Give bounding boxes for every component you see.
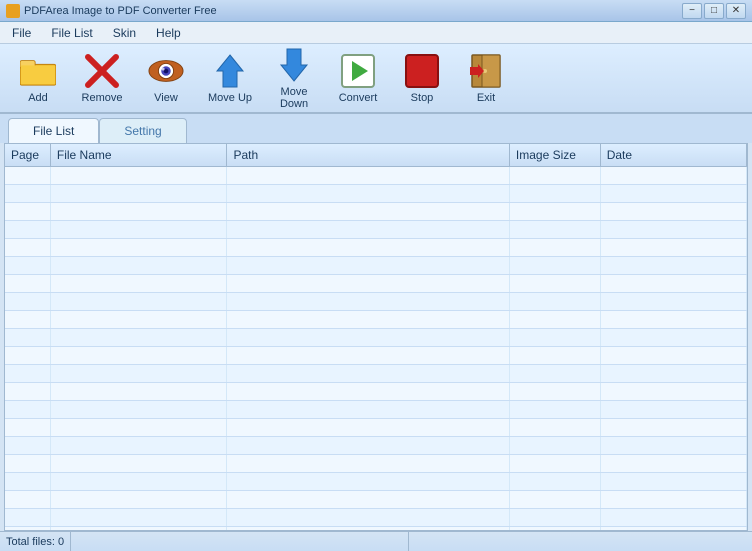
table-row <box>5 293 747 311</box>
title-bar: PDFArea Image to PDF Converter Free − □ … <box>0 0 752 22</box>
remove-label: Remove <box>82 92 123 104</box>
view-label: View <box>154 92 178 104</box>
tab-setting[interactable]: Setting <box>99 118 186 143</box>
tab-file-list[interactable]: File List <box>8 118 99 143</box>
status-section-2 <box>72 532 409 551</box>
menu-skin[interactable]: Skin <box>105 24 144 42</box>
table-row <box>5 203 747 221</box>
table-row <box>5 437 747 455</box>
tab-bar: File List Setting <box>0 114 752 143</box>
menu-file[interactable]: File <box>4 24 39 42</box>
maximize-button[interactable]: □ <box>704 3 724 19</box>
title-left: PDFArea Image to PDF Converter Free <box>6 4 217 18</box>
remove-button[interactable]: Remove <box>72 48 132 108</box>
status-total-files: Total files: 0 <box>6 532 71 551</box>
table-row <box>5 311 747 329</box>
title-text: PDFArea Image to PDF Converter Free <box>24 5 217 17</box>
arrow-down-icon <box>276 47 312 83</box>
toolbar: Add Remove View <box>0 44 752 114</box>
table-row <box>5 383 747 401</box>
close-button[interactable]: ✕ <box>726 3 746 19</box>
stop-icon <box>404 53 440 89</box>
table-row <box>5 167 747 185</box>
move-down-label: Move Down <box>265 86 323 110</box>
app-icon <box>6 4 20 18</box>
exit-icon <box>468 53 504 89</box>
table-row <box>5 239 747 257</box>
table-row <box>5 221 747 239</box>
x-icon <box>84 53 120 89</box>
status-bar: Total files: 0 <box>0 531 752 551</box>
move-up-label: Move Up <box>208 92 252 104</box>
table-body <box>5 167 747 532</box>
table-row <box>5 401 747 419</box>
table-row <box>5 329 747 347</box>
convert-icon <box>340 53 376 89</box>
col-header-date: Date <box>600 144 746 167</box>
move-up-button[interactable]: Move Up <box>200 48 260 108</box>
move-down-button[interactable]: Move Down <box>264 48 324 108</box>
table-row <box>5 347 747 365</box>
add-button[interactable]: Add <box>8 48 68 108</box>
view-button[interactable]: View <box>136 48 196 108</box>
convert-label: Convert <box>339 92 378 104</box>
folder-icon <box>20 53 56 89</box>
table-row <box>5 455 747 473</box>
menu-bar: File File List Skin Help <box>0 22 752 44</box>
file-table: Page File Name Path Image Size Date <box>5 144 747 531</box>
content-wrapper: File List Setting Page File Name Path <box>0 114 752 551</box>
col-header-size: Image Size <box>509 144 600 167</box>
col-header-path: Path <box>227 144 509 167</box>
menu-help[interactable]: Help <box>148 24 189 42</box>
col-header-page: Page <box>5 144 50 167</box>
table-header-row: Page File Name Path Image Size Date <box>5 144 747 167</box>
title-controls[interactable]: − □ ✕ <box>682 3 746 19</box>
table-row <box>5 419 747 437</box>
exit-button[interactable]: Exit <box>456 48 516 108</box>
status-section-3 <box>410 532 746 551</box>
eye-icon <box>148 53 184 89</box>
table-row <box>5 275 747 293</box>
table-row <box>5 365 747 383</box>
table-row <box>5 491 747 509</box>
table-row <box>5 473 747 491</box>
stop-label: Stop <box>411 92 434 104</box>
convert-button[interactable]: Convert <box>328 48 388 108</box>
minimize-button[interactable]: − <box>682 3 702 19</box>
add-label: Add <box>28 92 48 104</box>
table-row <box>5 257 747 275</box>
table-row <box>5 185 747 203</box>
exit-label: Exit <box>477 92 495 104</box>
file-table-wrapper: Page File Name Path Image Size Date <box>4 143 748 531</box>
col-header-filename: File Name <box>50 144 227 167</box>
menu-file-list[interactable]: File List <box>43 24 100 42</box>
arrow-up-icon <box>212 53 248 89</box>
stop-button[interactable]: Stop <box>392 48 452 108</box>
table-row <box>5 509 747 527</box>
